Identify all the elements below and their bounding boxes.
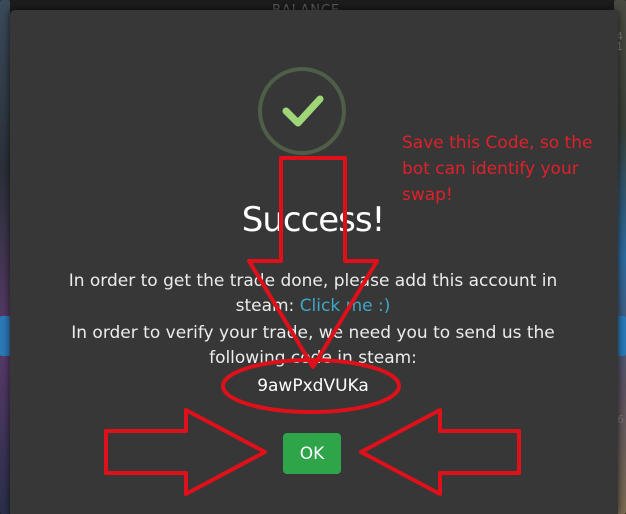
message-line-3: In order to verify your trade, we need y… <box>71 323 555 343</box>
message-line-2-prefix: steam: <box>235 296 300 316</box>
annotation-text: Save this Code, so the bot can identify … <box>402 133 593 205</box>
ok-button[interactable]: OK <box>283 433 341 474</box>
message-line-1: In order to get the trade done, please a… <box>68 271 558 291</box>
side-number: 6 <box>617 413 624 426</box>
message-line-4: following code in steam: <box>209 348 417 368</box>
message-line-2: steam: Click me :) <box>0 296 626 316</box>
checkmark-icon <box>258 67 346 155</box>
trade-code: 9awPxdVUKa <box>257 376 369 396</box>
steam-profile-link[interactable]: Click me :) <box>300 296 391 316</box>
